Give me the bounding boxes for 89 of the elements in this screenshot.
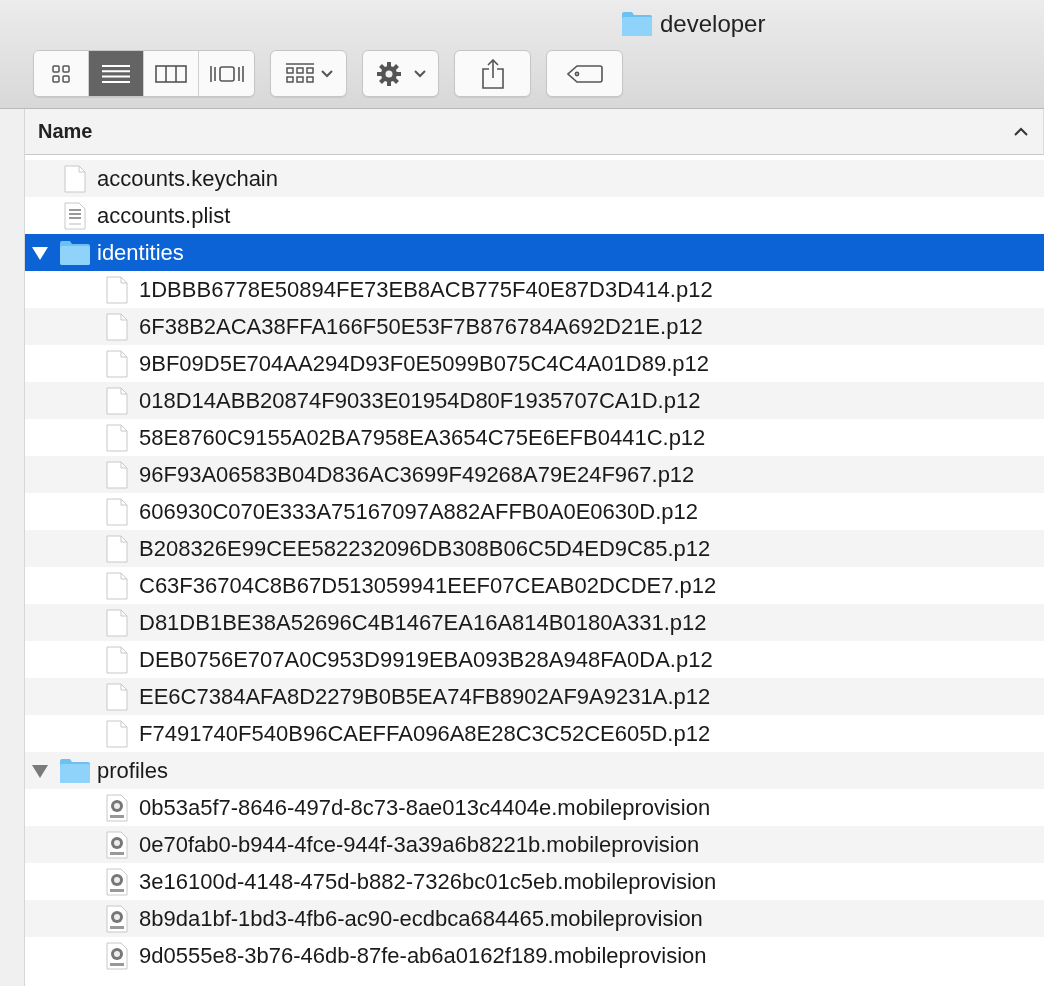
- tag-icon: [566, 64, 603, 83]
- plist-file-icon: [64, 201, 86, 230]
- sort-caret-icon[interactable]: [1013, 125, 1029, 138]
- file-row[interactable]: C63F36704C8B67D513059941EEF07CEAB02DCDE7.p12: [25, 567, 1044, 604]
- view-mode-button[interactable]: [34, 51, 89, 96]
- file-name: 0e70fab0-b944-4fce-944f-3a39a6b8221b.mobileprovision: [138, 831, 700, 858]
- file-row[interactable]: 1DBBB6778E50894FE73EB8ACB775F40E87D3D414.p12: [25, 271, 1044, 308]
- folder-icon: [622, 12, 652, 36]
- share-button[interactable]: [454, 50, 531, 97]
- file-name: 6F38B2ACA38FFA166F50E53F7B876784A692D21E.p12: [138, 313, 703, 340]
- document-icon: [106, 571, 128, 600]
- cover-flow-icon: [208, 63, 245, 84]
- file-row[interactable]: accounts.keychain: [25, 160, 1044, 197]
- document-icon: [106, 719, 128, 748]
- file-name: F7491740F540B96CAEFFA096A8E28C3C52CE605D.p12: [138, 720, 711, 747]
- file-row[interactable]: F7491740F540B96CAEFFA096A8E28C3C52CE605D.p12: [25, 715, 1044, 752]
- file-name: C63F36704C8B67D513059941EEF07CEAB02DCDE7.p12: [138, 572, 717, 599]
- folder-row[interactable]: profiles: [25, 752, 1044, 789]
- document-icon: [106, 534, 128, 563]
- action-button[interactable]: [362, 50, 439, 97]
- file-name: 018D14ABB20874F9033E01954D80F1935707CA1D.p12: [138, 387, 701, 414]
- gear-icon: [375, 60, 426, 87]
- file-name: 0b53a5f7-8646-497d-8c73-8ae013c4404e.mobileprovision: [138, 794, 711, 821]
- file-row[interactable]: accounts.plist: [25, 197, 1044, 234]
- arrange-button[interactable]: [270, 50, 347, 97]
- file-row[interactable]: 0e70fab0-b944-4fce-944f-3a39a6b8221b.mobileprovision: [25, 826, 1044, 863]
- file-row[interactable]: 96F93A06583B04D836AC3699F49268A79E24F967.p12: [25, 456, 1044, 493]
- column-view-icon: [155, 64, 187, 83]
- file-name: 3e16100d-4148-475d-b882-7326bc01c5eb.mobileprovision: [138, 868, 717, 895]
- file-row[interactable]: 606930C070E333A75167097A882AFFB0A0E0630D.p12: [25, 493, 1044, 530]
- provisioning-file-icon: [106, 793, 128, 822]
- folder-name: identities: [96, 239, 184, 266]
- file-name: 96F93A06583B04D836AC3699F49268A79E24F967.p12: [138, 461, 695, 488]
- provisioning-file-icon: [106, 904, 128, 933]
- arrange-grid-icon: [284, 62, 333, 85]
- disclosure-triangle-icon[interactable]: [32, 763, 48, 778]
- file-row[interactable]: 018D14ABB20874F9033E01954D80F1935707CA1D.p12: [25, 382, 1044, 419]
- file-row[interactable]: 0b53a5f7-8646-497d-8c73-8ae013c4404e.mobileprovision: [25, 789, 1044, 826]
- disclosure-triangle-icon[interactable]: [32, 245, 48, 260]
- file-row[interactable]: DEB0756E707A0C953D9919EBA093B28A948FA0DA.p12: [25, 641, 1044, 678]
- document-icon: [106, 312, 128, 341]
- file-name: DEB0756E707A0C953D9919EBA093B28A948FA0DA.p12: [138, 646, 713, 673]
- document-icon: [106, 682, 128, 711]
- share-icon: [480, 58, 505, 89]
- tag-button[interactable]: [546, 50, 623, 97]
- file-row[interactable]: 8b9da1bf-1bd3-4fb6-ac90-ecdbca684465.mobileprovision: [25, 900, 1044, 937]
- file-name: accounts.keychain: [96, 165, 278, 192]
- provisioning-file-icon: [106, 941, 128, 970]
- document-icon: [106, 275, 128, 304]
- provisioning-file-icon: [106, 867, 128, 896]
- name-column-header[interactable]: Name: [25, 109, 1044, 155]
- file-name: accounts.plist: [96, 202, 231, 229]
- document-icon: [106, 386, 128, 415]
- file-name: 58E8760C9155A02BA7958EA3654C75E6EFB0441C.p12: [138, 424, 706, 451]
- folder-icon: [60, 240, 90, 265]
- file-name: 8b9da1bf-1bd3-4fb6-ac90-ecdbca684465.mobileprovision: [138, 905, 703, 932]
- document-icon: [106, 608, 128, 637]
- file-name: 9BF09D5E704AA294D93F0E5099B075C4C4A01D89.p12: [138, 350, 709, 377]
- folder-name: profiles: [96, 757, 168, 784]
- view-mode-button[interactable]: [144, 51, 199, 96]
- list-view-icon: [102, 64, 130, 83]
- icon-view-icon: [51, 63, 71, 84]
- view-mode-button[interactable]: [89, 51, 144, 96]
- document-icon: [106, 349, 128, 378]
- file-row[interactable]: D81DB1BE38A52696C4B1467EA16A814B0180A331.p12: [25, 604, 1044, 641]
- folder-icon: [60, 758, 90, 783]
- file-row[interactable]: B208326E99CEE582232096DB308B06C5D4ED9C85.p12: [25, 530, 1044, 567]
- file-name: 9d0555e8-3b76-46db-87fe-ab6a0162f189.mobileprovision: [138, 942, 707, 969]
- view-mode-button[interactable]: [199, 51, 254, 96]
- document-icon: [106, 645, 128, 674]
- document-icon: [106, 460, 128, 489]
- file-name: D81DB1BE38A52696C4B1467EA16A814B0180A331.p12: [138, 609, 707, 636]
- document-icon: [106, 423, 128, 452]
- folder-row[interactable]: identities: [25, 234, 1044, 271]
- file-name: 606930C070E333A75167097A882AFFB0A0E0630D.p12: [138, 498, 698, 525]
- file-row[interactable]: 3e16100d-4148-475d-b882-7326bc01c5eb.mobileprovision: [25, 863, 1044, 900]
- document-icon: [106, 497, 128, 526]
- file-row[interactable]: EE6C7384AFA8D2279B0B5EA74FB8902AF9A9231A.p12: [25, 678, 1044, 715]
- file-row[interactable]: 58E8760C9155A02BA7958EA3654C75E6EFB0441C.p12: [25, 419, 1044, 456]
- file-row[interactable]: 9BF09D5E704AA294D93F0E5099B075C4C4A01D89.p12: [25, 345, 1044, 382]
- file-row[interactable]: 9d0555e8-3b76-46db-87fe-ab6a0162f189.mobileprovision: [25, 937, 1044, 974]
- file-name: EE6C7384AFA8D2279B0B5EA74FB8902AF9A9231A.p12: [138, 683, 711, 710]
- document-icon: [64, 164, 86, 193]
- file-row[interactable]: 6F38B2ACA38FFA166F50E53F7B876784A692D21E.p12: [25, 308, 1044, 345]
- file-name: B208326E99CEE582232096DB308B06C5D4ED9C85.p12: [138, 535, 711, 562]
- window-title: developer: [660, 10, 766, 38]
- file-name: 1DBBB6778E50894FE73EB8ACB775F40E87D3D414.p12: [138, 276, 713, 303]
- provisioning-file-icon: [106, 830, 128, 859]
- column-title: Name: [38, 120, 93, 143]
